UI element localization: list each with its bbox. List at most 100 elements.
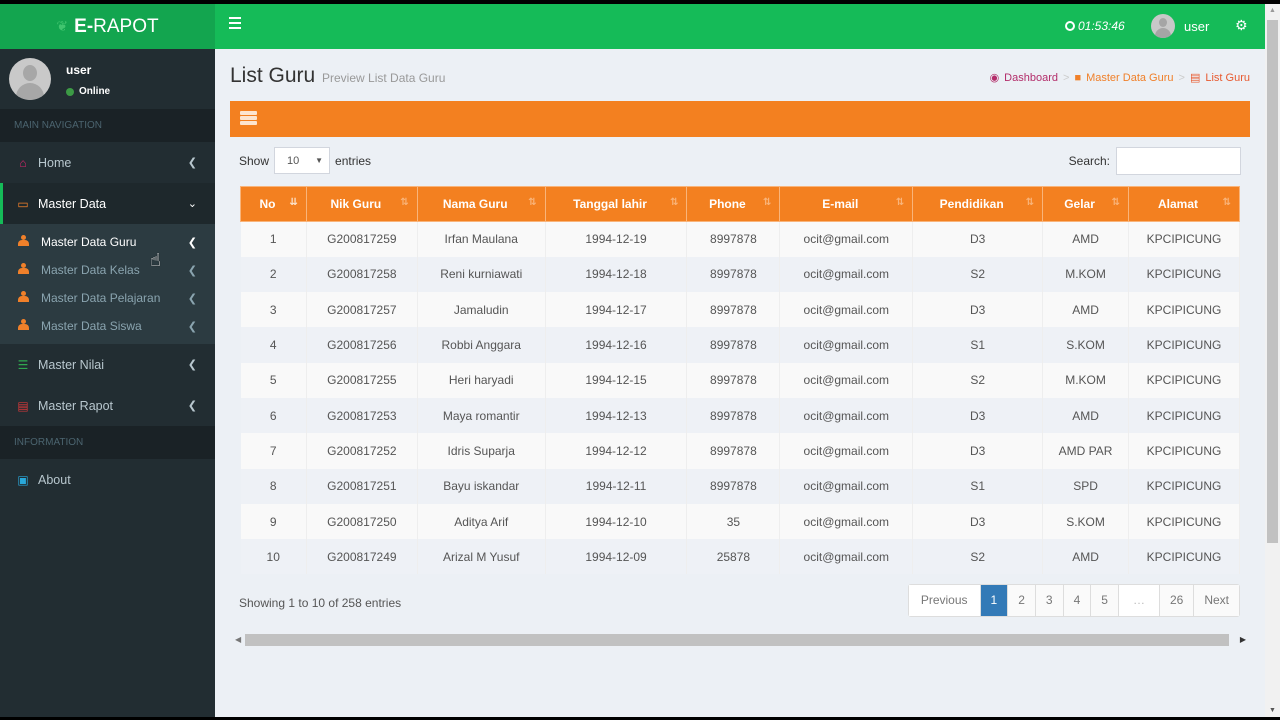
table-cell: ocit@gmail.com	[779, 292, 914, 328]
column-header-e-mail[interactable]: E-mail ⇅	[779, 186, 914, 222]
submenu-item-master-data-siswa[interactable]: Master Data Siswa ❮	[0, 312, 215, 340]
table-cell: KPCIPICUNG	[1128, 256, 1240, 293]
scrollbar-thumb[interactable]	[1267, 20, 1278, 543]
table-cell: 1994-12-17	[545, 292, 688, 328]
sidebar-item-about[interactable]: ▣ About	[0, 459, 215, 500]
column-header-pendidikan[interactable]: Pendidikan ⇅	[912, 186, 1044, 222]
table-cell: G200817255	[306, 362, 418, 398]
scroll-up-icon[interactable]: ▲	[1269, 7, 1276, 14]
column-header-phone[interactable]: Phone ⇅	[686, 186, 781, 222]
table-cell: 8997878	[686, 433, 781, 469]
scrollbar-thumb[interactable]	[245, 634, 1229, 646]
scroll-left-icon[interactable]: ◀	[235, 635, 241, 644]
page-button-1[interactable]: 1	[979, 585, 1008, 616]
logo[interactable]: ❦ E- RAPOT	[0, 4, 215, 49]
table-cell: ocit@gmail.com	[779, 433, 914, 469]
user-icon: ■	[1074, 71, 1082, 84]
sidebar-item-master-nilai[interactable]: ☰ Master Nilai ❮	[0, 344, 215, 385]
table-cell: 7	[240, 433, 307, 469]
table-cell: 8997878	[686, 397, 781, 434]
table-cell: G200817256	[306, 327, 418, 363]
table-header-row: No ⇊ Nik Guru ⇅ Nama Guru ⇅ Tanggal lahir ⇅ Phon…	[240, 186, 1240, 222]
sidebar-item-master-data[interactable]: ▭ Master Data ⌄	[0, 183, 215, 224]
table-cell: G200817259	[306, 221, 418, 257]
next-button[interactable]: Next	[1193, 585, 1239, 616]
table-cell: KPCIPICUNG	[1128, 539, 1240, 575]
table-cell: D3	[912, 503, 1044, 540]
vertical-scrollbar[interactable]: ▲ ▼	[1265, 4, 1280, 717]
table-cell: Heri haryadi	[417, 362, 546, 398]
page-length-select[interactable]: 10 ▼	[274, 147, 331, 174]
top-navbar: 01:53:46 user ⚙	[215, 4, 1265, 49]
column-header-alamat[interactable]: Alamat ⇅	[1128, 186, 1240, 222]
table-cell: 2	[240, 256, 307, 293]
table-cell: ocit@gmail.com	[779, 256, 914, 293]
table-cell: 8	[240, 468, 307, 504]
table-cell: 1	[240, 221, 307, 257]
table-cell: 8997878	[686, 221, 781, 257]
table-cell: Arizal M Yusuf	[417, 539, 546, 575]
previous-button[interactable]: Previous	[908, 585, 980, 616]
table-cell: S2	[912, 362, 1044, 398]
chevron-left-icon: ❮	[187, 320, 197, 333]
table-cell: KPCIPICUNG	[1128, 327, 1240, 363]
table-cell: S1	[912, 327, 1044, 363]
page-button-3[interactable]: 3	[1034, 585, 1063, 616]
table-cell: ocit@gmail.com	[779, 327, 914, 363]
table-cell: Jamaludin	[417, 292, 546, 328]
submenu-item-master-data-pelajaran[interactable]: Master Data Pelajaran ❮	[0, 284, 215, 312]
breadcrumb-separator: >	[1063, 71, 1070, 84]
page-button-2[interactable]: 2	[1007, 585, 1035, 616]
table-cell: S2	[912, 256, 1044, 293]
column-header-gelar[interactable]: Gelar ⇅	[1042, 186, 1130, 222]
column-header-no[interactable]: No ⇊	[240, 186, 307, 222]
scroll-down-icon[interactable]: ▼	[1269, 707, 1276, 714]
clock: 01:53:46	[1065, 19, 1125, 33]
show-label: Show	[239, 153, 270, 168]
table-cell: ocit@gmail.com	[779, 362, 914, 398]
breadcrumb-master-data-guru[interactable]: Master Data Guru	[1086, 72, 1173, 84]
submenu-item-label: Master Data Siswa	[41, 319, 142, 333]
page-button-5[interactable]: 5	[1090, 585, 1118, 616]
page-title: List Guru	[230, 64, 316, 87]
page-button-4[interactable]: 4	[1062, 585, 1091, 616]
table-cell: D3	[912, 433, 1044, 469]
table-cell: 35	[686, 503, 781, 540]
table-row: 7 G200817252 Idris Suparja 1994-12-12 899787…	[240, 433, 1240, 469]
column-header-tanggal-lahir[interactable]: Tanggal lahir ⇅	[544, 186, 688, 222]
horizontal-scrollbar[interactable]: ◀ ▶	[233, 634, 1248, 646]
column-header-nik-guru[interactable]: Nik Guru ⇅	[305, 186, 418, 222]
status-badge: Online	[66, 86, 110, 97]
sidebar-item-master-rapot[interactable]: ▤ Master Rapot ❮	[0, 385, 215, 426]
gears-icon[interactable]: ⚙	[1235, 17, 1248, 34]
table-cell: S.KOM	[1042, 503, 1130, 540]
user-menu[interactable]: user	[1151, 14, 1209, 38]
table-cell: Bayu iskandar	[417, 468, 546, 504]
table-cell: 9	[240, 503, 307, 540]
column-header-label: Alamat	[1158, 197, 1199, 211]
page-subtitle: Preview List Data Guru	[322, 71, 446, 85]
table-cell: G200817257	[306, 292, 418, 328]
page-button-26[interactable]: 26	[1158, 585, 1194, 616]
user-name: user	[1184, 18, 1210, 34]
chevron-left-icon: ❮	[187, 400, 197, 412]
scroll-right-icon[interactable]: ▶	[1240, 635, 1246, 644]
table-cell: Reni kurniawati	[417, 256, 546, 293]
nav-header-information: INFORMATION	[0, 426, 215, 459]
table-cell: KPCIPICUNG	[1128, 433, 1240, 469]
table-cell: M.KOM	[1042, 362, 1130, 398]
table-cell: 1994-12-16	[545, 327, 688, 363]
breadcrumb-dashboard[interactable]: Dashboard	[1004, 72, 1058, 84]
user-panel: user Online	[0, 49, 215, 109]
submenu-item-master-data-guru[interactable]: Master Data Guru ❮	[0, 228, 215, 256]
table-cell: 1994-12-13	[545, 397, 688, 434]
sort-icon: ⇅	[762, 197, 772, 208]
column-header-nama-guru[interactable]: Nama Guru ⇅	[416, 186, 546, 222]
table-cell: 1994-12-09	[545, 539, 688, 575]
sidebar-item-home[interactable]: ⌂ Home ❮	[0, 142, 215, 183]
submenu-item-master-data-kelas[interactable]: Master Data Kelas ❮	[0, 256, 215, 284]
search-input[interactable]	[1116, 147, 1241, 175]
sidebar-toggle-icon[interactable]	[229, 17, 241, 29]
logo-name: RAPOT	[93, 15, 159, 37]
sort-icon: ⇅	[670, 197, 679, 208]
